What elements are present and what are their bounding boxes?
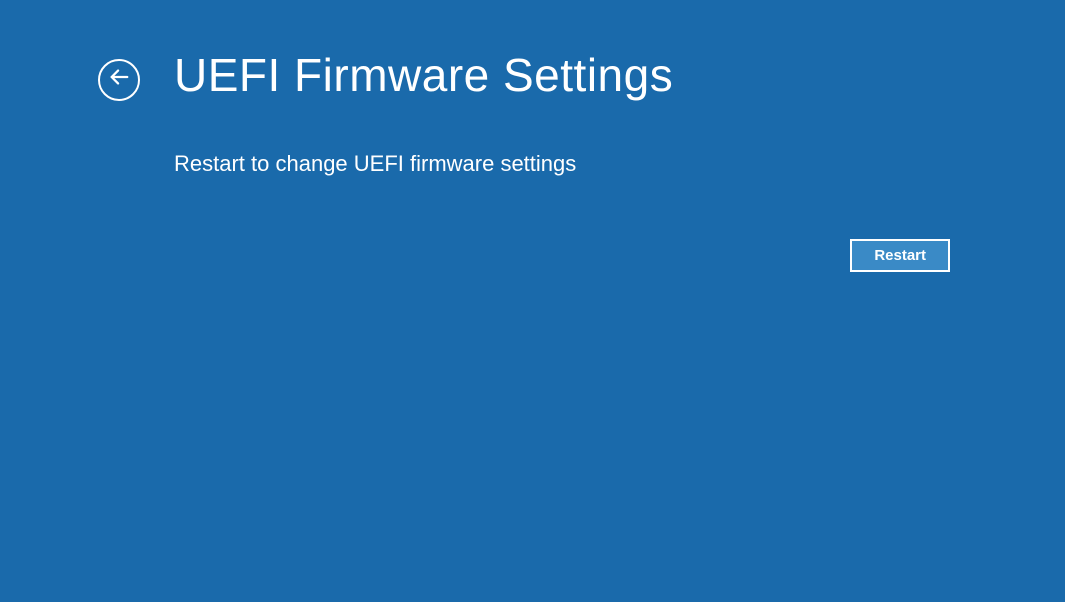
back-arrow-icon: [108, 66, 130, 93]
button-row: Restart: [98, 239, 950, 272]
restart-button[interactable]: Restart: [850, 239, 950, 272]
page-title: UEFI Firmware Settings: [174, 48, 673, 103]
page-header: UEFI Firmware Settings: [98, 48, 950, 103]
page-container: UEFI Firmware Settings Restart to change…: [0, 0, 1065, 272]
page-description: Restart to change UEFI firmware settings: [174, 151, 950, 177]
back-button[interactable]: [98, 59, 140, 101]
